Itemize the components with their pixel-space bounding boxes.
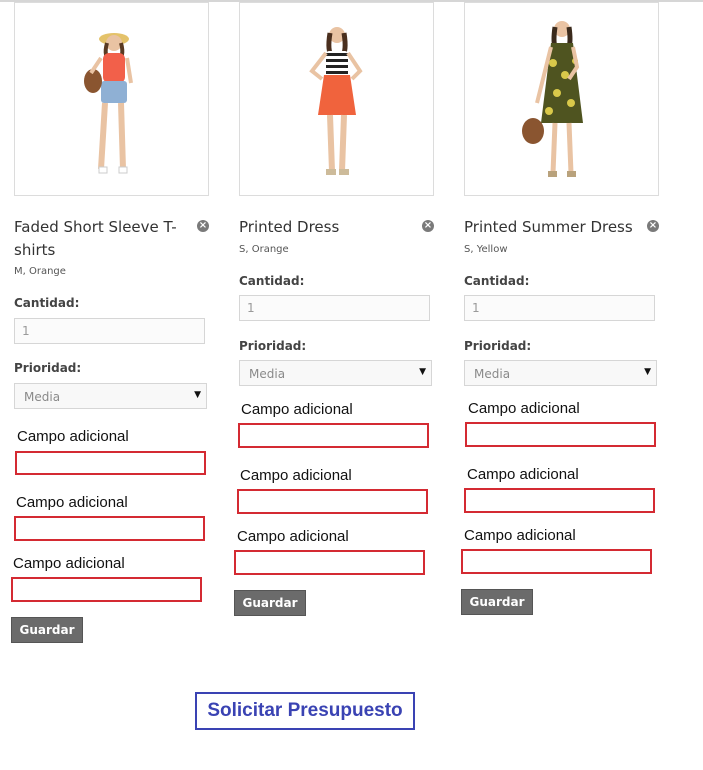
extra-field-label: Campo adicional	[13, 555, 125, 572]
product-image[interactable]	[239, 2, 434, 196]
extra-field-label: Campo adicional	[16, 494, 128, 511]
product-name[interactable]: Faded Short Sleeve T-shirts	[14, 216, 192, 262]
caret-down-icon: ▼	[194, 390, 201, 400]
priority-label: Prioridad:	[239, 339, 307, 353]
extra-field-label: Campo adicional	[468, 400, 580, 417]
product-attributes: S, Orange	[239, 244, 289, 255]
extra-field-input[interactable]	[234, 550, 425, 575]
product-name[interactable]: Printed Summer Dress	[464, 216, 642, 239]
extra-field-label: Campo adicional	[17, 428, 129, 445]
extra-field-label: Campo adicional	[240, 467, 352, 484]
close-circle-icon[interactable]: ×	[197, 220, 209, 232]
quantity-input[interactable]	[464, 295, 655, 321]
request-quote-button[interactable]: Solicitar Presupuesto	[195, 692, 415, 730]
quantity-label: Cantidad:	[14, 296, 80, 310]
product-image[interactable]	[14, 2, 209, 196]
extra-field-input[interactable]	[14, 516, 205, 541]
priority-select[interactable]: Media ▼	[14, 383, 207, 409]
priority-selected-value: Media	[24, 390, 61, 404]
quantity-input[interactable]	[14, 318, 205, 344]
save-button[interactable]: Guardar	[11, 617, 83, 643]
priority-select[interactable]: Media ▼	[464, 360, 657, 386]
extra-field-input[interactable]	[238, 423, 429, 448]
priority-selected-value: Media	[249, 367, 286, 381]
quantity-label: Cantidad:	[239, 274, 305, 288]
extra-field-input[interactable]	[15, 451, 206, 475]
extra-field-input[interactable]	[11, 577, 202, 602]
quantity-label: Cantidad:	[464, 274, 530, 288]
extra-field-label: Campo adicional	[241, 401, 353, 418]
product-name[interactable]: Printed Dress	[239, 216, 417, 239]
save-button[interactable]: Guardar	[461, 589, 533, 615]
priority-label: Prioridad:	[14, 361, 82, 375]
save-button[interactable]: Guardar	[234, 590, 306, 616]
close-circle-icon[interactable]: ×	[422, 220, 434, 232]
product-image[interactable]	[464, 2, 659, 196]
extra-field-label: Campo adicional	[237, 528, 349, 545]
close-circle-icon[interactable]: ×	[647, 220, 659, 232]
extra-field-input[interactable]	[461, 549, 652, 574]
caret-down-icon: ▼	[419, 367, 426, 377]
priority-selected-value: Media	[474, 367, 511, 381]
extra-field-input[interactable]	[464, 488, 655, 513]
caret-down-icon: ▼	[644, 367, 651, 377]
extra-field-input[interactable]	[465, 422, 656, 447]
extra-field-label: Campo adicional	[467, 466, 579, 483]
extra-field-input[interactable]	[237, 489, 428, 514]
product-attributes: S, Yellow	[464, 244, 508, 255]
priority-select[interactable]: Media ▼	[239, 360, 432, 386]
product-attributes: M, Orange	[14, 266, 66, 277]
extra-field-label: Campo adicional	[464, 527, 576, 544]
priority-label: Prioridad:	[464, 339, 532, 353]
quantity-input[interactable]	[239, 295, 430, 321]
